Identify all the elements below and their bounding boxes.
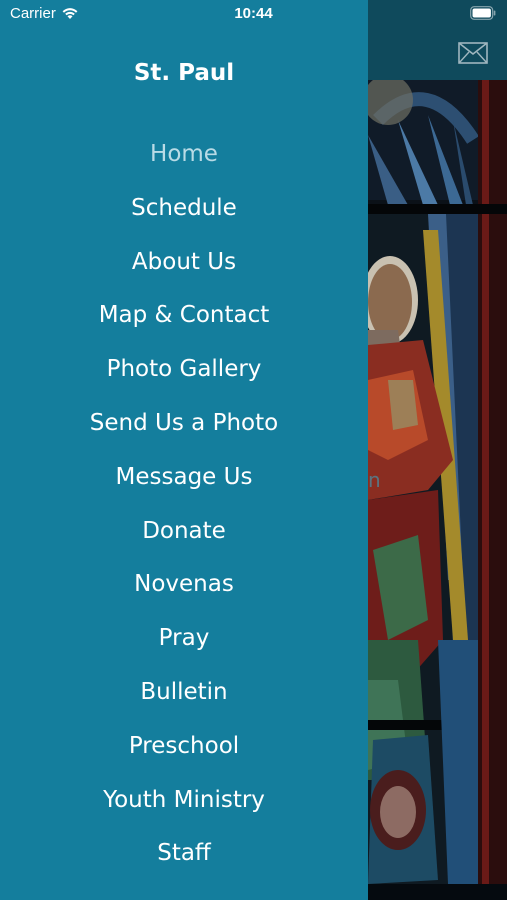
menu-item-donate[interactable]: Donate [0, 505, 368, 559]
mail-icon[interactable] [458, 42, 488, 64]
menu-item-preschool[interactable]: Preschool [0, 720, 368, 774]
menu-item-send-us-a-photo[interactable]: Send Us a Photo [0, 397, 368, 451]
drawer-menu: Home Schedule About Us Map & Contact Pho… [0, 128, 368, 881]
stained-glass-image [368, 80, 507, 884]
side-drawer: St. Paul Home Schedule About Us Map & Co… [0, 0, 368, 900]
status-time: 10:44 [234, 5, 273, 22]
background-bottom-strip [368, 884, 507, 900]
menu-item-pray[interactable]: Pray [0, 612, 368, 666]
menu-item-about-us[interactable]: About Us [0, 236, 368, 290]
background-text-fragment: n [368, 468, 381, 492]
status-bar: Carrier 10:44 [0, 0, 507, 28]
battery-icon [470, 6, 496, 20]
menu-item-photo-gallery[interactable]: Photo Gallery [0, 343, 368, 397]
menu-item-home[interactable]: Home [0, 128, 368, 182]
menu-item-youth-ministry[interactable]: Youth Ministry [0, 774, 368, 828]
menu-item-message-us[interactable]: Message Us [0, 451, 368, 505]
menu-item-bulletin[interactable]: Bulletin [0, 666, 368, 720]
menu-item-map-contact[interactable]: Map & Contact [0, 289, 368, 343]
menu-item-novenas[interactable]: Novenas [0, 558, 368, 612]
menu-item-schedule[interactable]: Schedule [0, 182, 368, 236]
menu-item-staff[interactable]: Staff [0, 827, 368, 881]
drawer-title: St. Paul [133, 60, 235, 86]
